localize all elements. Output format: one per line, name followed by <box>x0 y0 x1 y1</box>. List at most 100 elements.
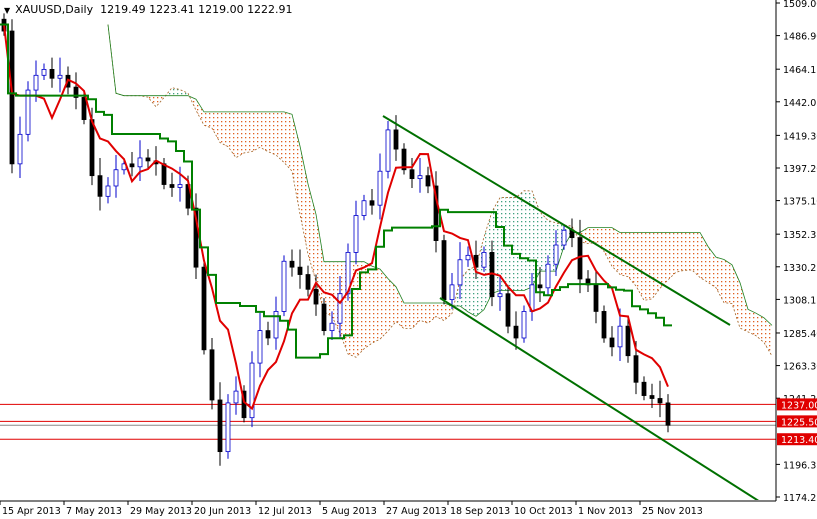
candle-body <box>593 284 599 312</box>
candle-body <box>289 260 295 268</box>
cloud-bear-segment <box>212 111 220 143</box>
candle-body <box>409 169 415 180</box>
candle <box>41 63 47 81</box>
cloud-bull-segment <box>540 212 548 272</box>
price-tick-label: 1174.25 <box>783 493 817 504</box>
cloud-bear-segment <box>708 246 716 288</box>
candle <box>377 153 383 220</box>
candle <box>161 157 167 190</box>
candle <box>369 188 375 215</box>
dropdown-triangle-icon[interactable]: ▼ <box>4 6 10 15</box>
candle <box>665 394 671 433</box>
candle <box>265 321 271 346</box>
candle <box>361 194 367 221</box>
cloud-bear-segment <box>420 303 428 324</box>
cloud-bull-segment <box>468 266 476 317</box>
candle <box>521 305 527 343</box>
candle-body <box>313 288 319 305</box>
candle-body <box>33 74 39 91</box>
candle <box>609 326 615 357</box>
candle <box>297 249 303 289</box>
candle <box>169 172 175 197</box>
candle-body <box>297 266 303 275</box>
candle-body <box>377 170 383 206</box>
candle <box>425 166 431 194</box>
price-tick-label: 1486.90 <box>783 32 817 43</box>
candle-body <box>321 303 327 332</box>
candle <box>273 296 279 350</box>
cloud-bear-segment <box>260 111 268 152</box>
cloud-bear-segment <box>300 146 308 255</box>
time-tick-label: 12 Jul 2013 <box>258 506 312 517</box>
candle-body <box>665 402 671 426</box>
cloud-bear-segment <box>252 111 260 152</box>
candle-body <box>209 349 215 401</box>
cloud-bear-segment <box>740 282 748 332</box>
candle <box>225 394 231 459</box>
cloud-bear-segment <box>684 232 692 271</box>
candle-body <box>105 185 111 197</box>
time-tick-label: 5 Aug 2013 <box>322 506 377 517</box>
candle-body <box>425 175 431 187</box>
candle-body <box>145 157 151 162</box>
candle-body <box>537 284 543 289</box>
candle-body <box>465 254 471 261</box>
candle <box>657 380 663 418</box>
candle <box>145 149 151 168</box>
price-tick-label: 1196.35 <box>783 460 817 471</box>
candle-body <box>217 399 223 453</box>
candle-body <box>641 381 647 396</box>
candle <box>417 157 423 193</box>
candle-body <box>97 175 103 197</box>
time-tick-label: 27 Aug 2013 <box>386 506 447 517</box>
price-tick-label: 1442.05 <box>783 98 817 109</box>
cloud-bear-segment <box>724 259 732 304</box>
candle-body <box>385 129 391 172</box>
price-tick-label: 1285.40 <box>783 329 817 340</box>
candle-body <box>545 263 551 289</box>
plot-area <box>0 13 776 500</box>
candle-body <box>281 260 287 312</box>
price-tick-label: 1397.20 <box>783 164 817 175</box>
candle <box>353 200 359 265</box>
price-tick-label: 1375.10 <box>783 197 817 208</box>
candle-body <box>513 325 519 339</box>
candle-body <box>329 322 335 332</box>
candle-body <box>49 69 55 79</box>
cloud-bear-segment <box>628 232 636 286</box>
cloud-bear-segment <box>220 111 228 147</box>
candle <box>401 143 407 175</box>
ohlc-values: 1219.49 1223.41 1219.00 1222.91 <box>100 3 293 16</box>
cloud-bear-segment <box>644 232 652 301</box>
time-tick-label: 25 Nov 2013 <box>642 506 703 517</box>
cloud-bear-segment <box>436 303 444 321</box>
candle <box>129 152 135 177</box>
cloud-bear-segment <box>380 269 388 340</box>
senkou-span-b-line <box>107 24 773 326</box>
candle <box>193 193 199 279</box>
cloud-bear-segment <box>404 303 412 329</box>
candle <box>641 376 647 401</box>
candle <box>305 265 311 297</box>
candle-body <box>81 97 87 120</box>
cloud-bear-segment <box>764 317 772 356</box>
cloud-bear-segment <box>676 232 684 273</box>
candle-body <box>449 284 455 301</box>
cloud-bear-segment <box>668 232 676 280</box>
cloud-bear-segment <box>636 232 644 301</box>
candle <box>505 284 511 334</box>
cloud-bear-segment <box>620 232 628 277</box>
candle <box>321 298 327 336</box>
candle-body <box>337 293 343 324</box>
candle-body <box>161 163 167 185</box>
candle <box>9 19 15 174</box>
candle-body <box>441 240 447 301</box>
candle-body <box>25 89 31 135</box>
price-tick-label: 1330.25 <box>783 263 817 274</box>
ichimoku-cloud <box>108 24 772 358</box>
candle <box>233 376 239 415</box>
candle <box>289 249 295 277</box>
candle-body <box>201 266 207 351</box>
price-chart[interactable]: 1509.00 1486.90 1464.15 1442.05 1419.30 1397.… <box>0 0 817 519</box>
candle <box>601 305 607 343</box>
